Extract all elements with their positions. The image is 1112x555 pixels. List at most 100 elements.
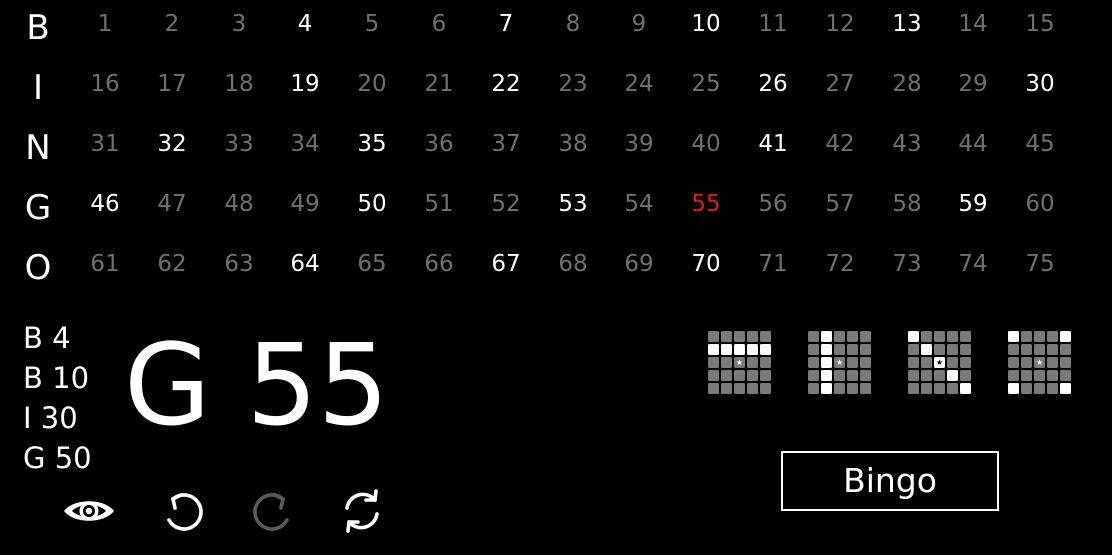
board-number[interactable]: 7 bbox=[476, 13, 536, 36]
board-number[interactable]: 47 bbox=[142, 193, 202, 216]
board-number[interactable]: 25 bbox=[676, 73, 736, 96]
board-number[interactable]: 6 bbox=[409, 13, 469, 36]
board-number[interactable]: 14 bbox=[943, 13, 1003, 36]
pattern-cell bbox=[847, 331, 858, 342]
board-number[interactable]: 20 bbox=[342, 73, 402, 96]
board-number[interactable]: 43 bbox=[877, 133, 937, 156]
board-number[interactable]: 27 bbox=[810, 73, 870, 96]
board-number[interactable]: 54 bbox=[609, 193, 669, 216]
board-number[interactable]: 59 bbox=[943, 193, 1003, 216]
bingo-app: B I N G O 1 2 3 4 5 6 7 8 9 10 11 12 13 14 15 16 17 18 19 20 21 22… bbox=[0, 0, 1112, 555]
board-number[interactable]: 34 bbox=[275, 133, 335, 156]
board-number[interactable]: 8 bbox=[543, 13, 603, 36]
pattern-column[interactable] bbox=[808, 331, 874, 397]
board-number[interactable]: 26 bbox=[743, 73, 803, 96]
board-number[interactable]: 10 bbox=[676, 13, 736, 36]
board-number[interactable]: 64 bbox=[275, 253, 335, 276]
reset-button[interactable] bbox=[334, 485, 390, 537]
board-number[interactable]: 15 bbox=[1010, 13, 1070, 36]
board-number[interactable]: 12 bbox=[810, 13, 870, 36]
board-number[interactable]: 67 bbox=[476, 253, 536, 276]
board-number[interactable]: 18 bbox=[209, 73, 269, 96]
board-number[interactable]: 1 bbox=[75, 13, 135, 36]
redo-button[interactable] bbox=[244, 485, 300, 537]
board-number[interactable]: 38 bbox=[543, 133, 603, 156]
board-number[interactable]: 73 bbox=[877, 253, 937, 276]
board-number[interactable]: 65 bbox=[342, 253, 402, 276]
board-number[interactable]: 71 bbox=[743, 253, 803, 276]
pattern-diagonal[interactable] bbox=[908, 331, 974, 397]
current-call: G 55 bbox=[124, 321, 389, 451]
pattern-cell bbox=[708, 383, 719, 394]
board-number[interactable]: 69 bbox=[609, 253, 669, 276]
pattern-cell bbox=[760, 331, 771, 342]
board-number[interactable]: 28 bbox=[877, 73, 937, 96]
pattern-cell bbox=[821, 370, 832, 381]
board-number[interactable]: 23 bbox=[543, 73, 603, 96]
board-number[interactable]: 11 bbox=[743, 13, 803, 36]
eye-button[interactable] bbox=[61, 485, 117, 537]
board-number[interactable]: 21 bbox=[409, 73, 469, 96]
board-number[interactable]: 75 bbox=[1010, 253, 1070, 276]
board-number[interactable]: 60 bbox=[1010, 193, 1070, 216]
board-number[interactable]: 51 bbox=[409, 193, 469, 216]
pattern-cell bbox=[747, 383, 758, 394]
board-number[interactable]: 35 bbox=[342, 133, 402, 156]
board-number[interactable]: 74 bbox=[943, 253, 1003, 276]
pattern-cell bbox=[1060, 357, 1071, 368]
board-number[interactable]: 58 bbox=[877, 193, 937, 216]
board-number[interactable]: 44 bbox=[943, 133, 1003, 156]
board-number[interactable]: 2 bbox=[142, 13, 202, 36]
board-number[interactable]: 55 bbox=[676, 193, 736, 216]
board-number[interactable]: 46 bbox=[75, 193, 135, 216]
board-number[interactable]: 50 bbox=[342, 193, 402, 216]
board-number[interactable]: 68 bbox=[543, 253, 603, 276]
board-number[interactable]: 32 bbox=[142, 133, 202, 156]
board-number[interactable]: 42 bbox=[810, 133, 870, 156]
board-number[interactable]: 53 bbox=[543, 193, 603, 216]
board-number[interactable]: 36 bbox=[409, 133, 469, 156]
pattern-cell bbox=[808, 370, 819, 381]
board-number[interactable]: 19 bbox=[275, 73, 335, 96]
board-number[interactable]: 41 bbox=[743, 133, 803, 156]
board-number[interactable]: 72 bbox=[810, 253, 870, 276]
board-number[interactable]: 63 bbox=[209, 253, 269, 276]
board-number[interactable]: 61 bbox=[75, 253, 135, 276]
board-number[interactable]: 13 bbox=[877, 13, 937, 36]
pattern-cell bbox=[1021, 344, 1032, 355]
board-number[interactable]: 17 bbox=[142, 73, 202, 96]
pattern-cell bbox=[960, 357, 971, 368]
board-number[interactable]: 45 bbox=[1010, 133, 1070, 156]
pattern-cell bbox=[708, 344, 719, 355]
pattern-row[interactable] bbox=[708, 331, 774, 397]
board-number[interactable]: 37 bbox=[476, 133, 536, 156]
board-number[interactable]: 24 bbox=[609, 73, 669, 96]
board-number[interactable]: 66 bbox=[409, 253, 469, 276]
board-number[interactable]: 49 bbox=[275, 193, 335, 216]
pattern-cell bbox=[1034, 370, 1045, 381]
board-number[interactable]: 62 bbox=[142, 253, 202, 276]
pattern-corners[interactable] bbox=[1008, 331, 1074, 397]
board-number[interactable]: 22 bbox=[476, 73, 536, 96]
board-number[interactable]: 29 bbox=[943, 73, 1003, 96]
pattern-cell bbox=[934, 344, 945, 355]
board-number[interactable]: 40 bbox=[676, 133, 736, 156]
board-number[interactable]: 4 bbox=[275, 13, 335, 36]
board-number[interactable]: 48 bbox=[209, 193, 269, 216]
bingo-button[interactable]: Bingo bbox=[781, 451, 999, 511]
board-number[interactable]: 16 bbox=[75, 73, 135, 96]
board-number[interactable]: 52 bbox=[476, 193, 536, 216]
board-number[interactable]: 30 bbox=[1010, 73, 1070, 96]
pattern-cell bbox=[921, 383, 932, 394]
board-number[interactable]: 39 bbox=[609, 133, 669, 156]
board-number[interactable]: 3 bbox=[209, 13, 269, 36]
pattern-cell bbox=[1008, 370, 1019, 381]
undo-button[interactable] bbox=[156, 485, 212, 537]
board-number[interactable]: 56 bbox=[743, 193, 803, 216]
board-number[interactable]: 57 bbox=[810, 193, 870, 216]
board-number[interactable]: 9 bbox=[609, 13, 669, 36]
board-number[interactable]: 31 bbox=[75, 133, 135, 156]
board-number[interactable]: 33 bbox=[209, 133, 269, 156]
board-number[interactable]: 70 bbox=[676, 253, 736, 276]
board-number[interactable]: 5 bbox=[342, 13, 402, 36]
